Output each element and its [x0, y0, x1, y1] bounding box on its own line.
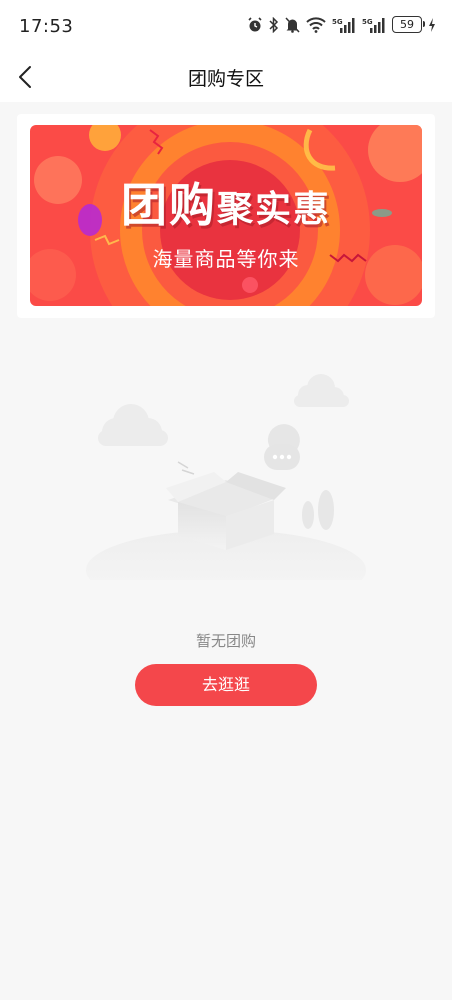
page-title: 团购专区	[187, 68, 264, 90]
nav-bar: 团购专区	[0, 52, 452, 102]
empty-box-illustration	[86, 370, 366, 580]
charging-icon	[428, 17, 436, 33]
empty-message: 暂无团购	[195, 632, 256, 650]
banner-headline-part2: 聚实惠	[216, 189, 331, 230]
status-time: 17:53	[19, 16, 74, 37]
bluetooth-icon	[269, 16, 279, 33]
status-icons: 5G 5G 59	[247, 16, 436, 33]
alarm-icon	[247, 16, 263, 33]
svg-text:5G: 5G	[332, 18, 343, 26]
svg-text:5G: 5G	[362, 18, 373, 26]
status-bar: 17:53 5G 5G 59	[0, 0, 452, 52]
group-buy-banner[interactable]: 团购聚实惠 海量商品等你来	[30, 125, 422, 306]
signal-5g-icon: 5G	[332, 17, 356, 33]
banner-headline: 团购聚实惠	[30, 169, 422, 235]
wifi-icon	[306, 16, 326, 33]
banner-card: 团购聚实惠 海量商品等你来	[17, 114, 435, 318]
signal-5g-icon: 5G	[362, 17, 386, 33]
banner-subtitle: 海量商品等你来	[152, 247, 300, 271]
battery-icon: 59	[392, 16, 425, 33]
banner-headline-part1: 团购	[120, 178, 217, 232]
go-shopping-button[interactable]: 去逛逛	[135, 664, 317, 706]
mute-icon	[285, 16, 300, 33]
